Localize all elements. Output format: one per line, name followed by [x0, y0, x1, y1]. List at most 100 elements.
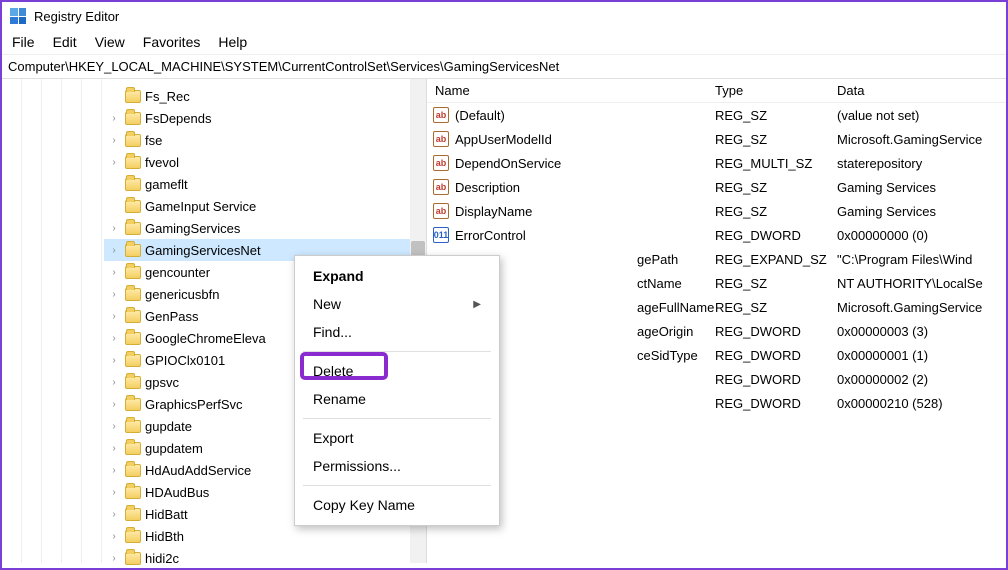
list-row[interactable]: ctNameREG_SZNT AUTHORITY\LocalSe: [427, 271, 1006, 295]
value-data: 0x00000001 (1): [829, 348, 1006, 363]
folder-icon: [125, 354, 141, 367]
list-row[interactable]: 011ErrorControlREG_DWORD0x00000000 (0): [427, 223, 1006, 247]
chevron-right-icon[interactable]: ›: [107, 155, 121, 169]
chevron-right-icon[interactable]: ›: [107, 507, 121, 521]
tree-item-label: GamingServices: [145, 221, 240, 236]
list-header[interactable]: Name Type Data: [427, 79, 1006, 103]
list-row[interactable]: gePathREG_EXPAND_SZ"C:\Program Files\Win…: [427, 247, 1006, 271]
window-title: Registry Editor: [34, 9, 119, 24]
value-name: Description: [455, 180, 520, 195]
string-value-icon: ab: [433, 131, 449, 147]
tree-item[interactable]: ›fvevol: [104, 151, 426, 173]
string-value-icon: ab: [433, 179, 449, 195]
chevron-right-icon[interactable]: ›: [107, 353, 121, 367]
menu-help[interactable]: Help: [218, 34, 247, 50]
value-data: NT AUTHORITY\LocalSe: [829, 276, 1006, 291]
chevron-right-icon[interactable]: ›: [107, 243, 121, 257]
tree-item[interactable]: gameflt: [104, 173, 426, 195]
folder-icon: [125, 442, 141, 455]
tree-item-label: Fs_Rec: [145, 89, 190, 104]
cm-find[interactable]: Find...: [295, 318, 499, 346]
list-row[interactable]: abDependOnServiceREG_MULTI_SZstatereposi…: [427, 151, 1006, 175]
address-bar[interactable]: Computer\HKEY_LOCAL_MACHINE\SYSTEM\Curre…: [2, 55, 1006, 79]
list-row[interactable]: ageOriginREG_DWORD0x00000003 (3): [427, 319, 1006, 343]
chevron-right-icon[interactable]: ›: [107, 375, 121, 389]
value-type: REG_DWORD: [707, 348, 829, 363]
value-name: ErrorControl: [455, 228, 526, 243]
tree-item[interactable]: ›hidi2c: [104, 547, 426, 569]
chevron-right-icon[interactable]: ›: [107, 463, 121, 477]
tree-item-label: GenPass: [145, 309, 198, 324]
folder-icon: [125, 90, 141, 103]
cm-expand[interactable]: Expand: [295, 262, 499, 290]
folder-icon: [125, 200, 141, 213]
chevron-right-icon[interactable]: ›: [107, 485, 121, 499]
cm-delete[interactable]: Delete: [295, 357, 499, 385]
tree-item[interactable]: Fs_Rec: [104, 85, 426, 107]
cm-new[interactable]: New▶: [295, 290, 499, 318]
chevron-right-icon[interactable]: ›: [107, 221, 121, 235]
chevron-right-icon[interactable]: ›: [107, 529, 121, 543]
value-name: DependOnService: [455, 156, 561, 171]
chevron-right-icon[interactable]: ›: [107, 441, 121, 455]
chevron-right-icon: [107, 199, 121, 213]
value-name: ageOrigin: [637, 324, 693, 339]
list-row[interactable]: ageFullNameREG_SZMicrosoft.GamingService: [427, 295, 1006, 319]
value-name: AppUserModelId: [455, 132, 552, 147]
folder-icon: [125, 288, 141, 301]
cm-copy-key-name[interactable]: Copy Key Name: [295, 491, 499, 519]
list-row[interactable]: REG_DWORD0x00000210 (528): [427, 391, 1006, 415]
menu-edit[interactable]: Edit: [53, 34, 77, 50]
tree-item-label: FsDepends: [145, 111, 211, 126]
list-row[interactable]: abAppUserModelIdREG_SZMicrosoft.GamingSe…: [427, 127, 1006, 151]
tree-item[interactable]: GameInput Service: [104, 195, 426, 217]
value-data: 0x00000002 (2): [829, 372, 1006, 387]
list-row[interactable]: ceSidType REG_DWORD0x00000001 (1): [427, 343, 1006, 367]
col-header-type[interactable]: Type: [707, 79, 829, 102]
tree-item[interactable]: ›fse: [104, 129, 426, 151]
tree-item[interactable]: › GamingServices: [104, 217, 426, 239]
menu-file[interactable]: File: [12, 34, 35, 50]
value-type: REG_SZ: [707, 276, 829, 291]
tree-gutter: [2, 79, 102, 563]
tree-item-label: HDAudBus: [145, 485, 209, 500]
chevron-right-icon[interactable]: ›: [107, 111, 121, 125]
list-row[interactable]: abDescriptionREG_SZGaming Services: [427, 175, 1006, 199]
value-name: ceSidType: [637, 348, 698, 363]
cm-permissions[interactable]: Permissions...: [295, 452, 499, 480]
value-type: REG_DWORD: [707, 396, 829, 411]
folder-icon: [125, 112, 141, 125]
cm-export[interactable]: Export: [295, 424, 499, 452]
tree-item-label: genericusbfn: [145, 287, 219, 302]
tree-item[interactable]: › FsDepends: [104, 107, 426, 129]
folder-icon: [125, 486, 141, 499]
tree-item-label: gameflt: [145, 177, 188, 192]
chevron-right-icon[interactable]: ›: [107, 331, 121, 345]
value-type: REG_DWORD: [707, 372, 829, 387]
menu-favorites[interactable]: Favorites: [143, 34, 201, 50]
chevron-right-icon[interactable]: ›: [107, 397, 121, 411]
value-data: Gaming Services: [829, 204, 1006, 219]
chevron-right-icon[interactable]: ›: [107, 265, 121, 279]
menu-view[interactable]: View: [95, 34, 125, 50]
chevron-right-icon[interactable]: ›: [107, 551, 121, 565]
main-area: Fs_Rec › FsDepends ›fse›fvevol gameflt GameIn…: [2, 79, 1006, 563]
tree-item[interactable]: ›HidBth: [104, 525, 426, 547]
col-header-data[interactable]: Data: [829, 79, 1006, 102]
list-row[interactable]: abDisplayNameREG_SZGaming Services: [427, 199, 1006, 223]
list-row[interactable]: REG_DWORD0x00000002 (2): [427, 367, 1006, 391]
tree-item-label: GameInput Service: [145, 199, 256, 214]
list-row[interactable]: ab(Default)REG_SZ(value not set): [427, 103, 1006, 127]
chevron-right-icon[interactable]: ›: [107, 133, 121, 147]
cm-rename[interactable]: Rename: [295, 385, 499, 413]
value-data: "C:\Program Files\Wind: [829, 252, 1006, 267]
binary-value-icon: 011: [433, 227, 449, 243]
chevron-right-icon[interactable]: ›: [107, 419, 121, 433]
chevron-right-icon[interactable]: ›: [107, 309, 121, 323]
folder-icon: [125, 530, 141, 543]
list-pane[interactable]: Name Type Data ab(Default)REG_SZ(value n…: [427, 79, 1006, 563]
chevron-right-icon[interactable]: ›: [107, 287, 121, 301]
tree-item-label: gupdate: [145, 419, 192, 434]
value-data: Microsoft.GamingService: [829, 132, 1006, 147]
col-header-name[interactable]: Name: [427, 79, 707, 102]
